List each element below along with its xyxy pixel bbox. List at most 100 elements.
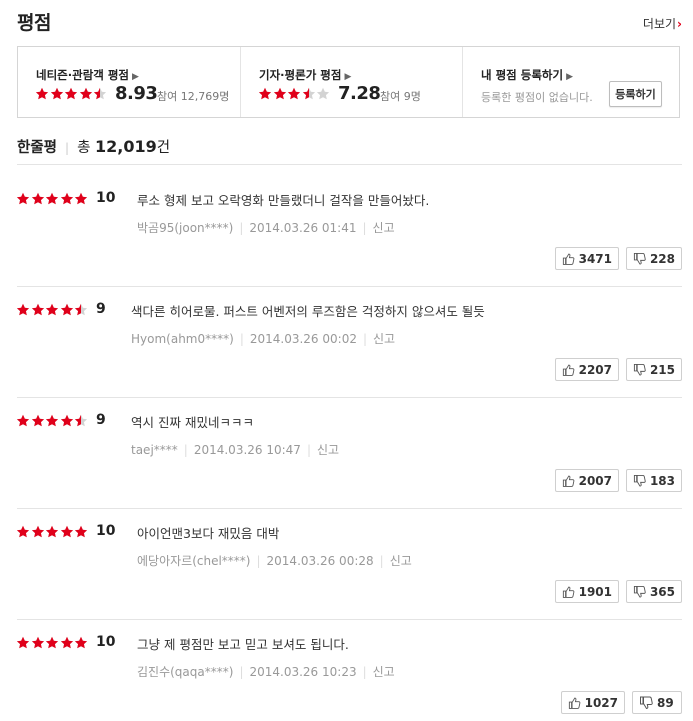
divider <box>17 619 682 620</box>
divider: | <box>362 665 367 679</box>
star-icon <box>45 525 59 539</box>
review-meta: 에당아자르(chel****) | 2014.03.26 00:28 | 신고 <box>137 552 412 569</box>
review-score: 10 <box>96 190 116 206</box>
review-meta: taej**** | 2014.03.26 10:47 | 신고 <box>131 441 339 458</box>
caret-right-icon: ▶ <box>344 72 352 82</box>
star-icon <box>74 192 88 206</box>
star-icon <box>60 303 74 317</box>
dislike-button[interactable]: 89 <box>632 691 682 714</box>
thumbs-up-icon <box>562 364 575 376</box>
caret-right-icon: ▶ <box>566 72 573 82</box>
thumbs-down-icon <box>633 363 646 376</box>
star-icon <box>287 87 301 101</box>
dislike-count: 365 <box>649 584 675 599</box>
review-stars <box>16 525 89 539</box>
like-count: 1027 <box>584 695 618 710</box>
star-icon <box>79 87 93 101</box>
star-icon <box>16 525 30 539</box>
star-icon <box>31 525 45 539</box>
review-date: 2014.03.26 10:23 <box>249 665 357 679</box>
star-icon <box>31 192 45 206</box>
like-count: 1901 <box>578 584 612 599</box>
review-user[interactable]: Hyom(ahm0****) <box>131 332 234 346</box>
thumbs-down-icon <box>633 474 646 487</box>
review-count-prefix: 총 <box>77 140 91 156</box>
report-link[interactable]: 신고 <box>317 443 339 457</box>
review-count-number: 12,019 <box>95 137 157 156</box>
star-icon <box>60 636 74 650</box>
report-link[interactable]: 신고 <box>390 554 412 568</box>
review-score: 9 <box>96 301 106 317</box>
star-icon <box>64 87 78 101</box>
star-icon <box>74 303 88 317</box>
like-button[interactable]: 3471 <box>555 247 619 270</box>
review-user[interactable]: 박곰95(joon****) <box>137 221 233 235</box>
review-user[interactable]: 에당아자르(chel****) <box>137 554 250 568</box>
star-icon <box>16 192 30 206</box>
register-rating-button[interactable]: 등록하기 <box>609 81 662 107</box>
divider: | <box>65 141 70 155</box>
like-button[interactable]: 2207 <box>555 358 619 381</box>
dislike-button[interactable]: 183 <box>626 469 682 492</box>
divider <box>17 508 682 509</box>
dislike-count: 228 <box>649 251 675 266</box>
chevron-right-icon: › <box>677 17 682 31</box>
review-user[interactable]: 김진수(qaqa****) <box>137 665 233 679</box>
netizen-stars <box>35 87 108 101</box>
star-icon <box>302 87 316 101</box>
dislike-count: 183 <box>649 473 675 488</box>
my-rating-empty: 등록한 평점이 없습니다. <box>481 91 593 104</box>
my-rating-label: 내 평점 등록하기 <box>481 68 564 82</box>
like-button[interactable]: 1027 <box>561 691 625 714</box>
divider: | <box>256 554 261 568</box>
page-title: 평점 <box>17 12 51 34</box>
review-text: 루소 형제 보고 오락영화 만들랬더니 걸작을 만들어놨다. <box>137 193 430 208</box>
star-icon <box>60 192 74 206</box>
review-meta: 박곰95(joon****) | 2014.03.26 01:41 | 신고 <box>137 219 395 236</box>
like-button[interactable]: 2007 <box>555 469 619 492</box>
star-icon <box>45 303 59 317</box>
more-link[interactable]: 더보기› <box>643 15 682 32</box>
dislike-button[interactable]: 215 <box>626 358 682 381</box>
review-date: 2014.03.26 01:41 <box>249 221 357 235</box>
star-icon <box>74 414 88 428</box>
star-icon <box>60 525 74 539</box>
my-rating: 내 평점 등록하기 ▶ 등록한 평점이 없습니다. 등록하기 <box>463 47 681 117</box>
divider: | <box>239 221 244 235</box>
thumbs-up-icon <box>568 697 581 709</box>
critic-rating-link[interactable]: 기자·평론가 평점 ▶ <box>259 67 351 83</box>
divider <box>17 286 682 287</box>
caret-right-icon: ▶ <box>132 72 139 82</box>
critic-rating: 기자·평론가 평점 ▶ 7.28 참여 9명 <box>241 47 463 117</box>
review-text: 아이언맨3보다 재밌음 대박 <box>137 526 280 541</box>
star-icon <box>50 87 64 101</box>
review-user[interactable]: taej**** <box>131 443 178 457</box>
divider: | <box>362 332 368 346</box>
review-count-suffix: 건 <box>156 140 171 156</box>
netizen-rating-link[interactable]: 네티즌·관람객 평점 ▶ <box>36 67 139 83</box>
netizen-rating: 네티즌·관람객 평점 ▶ 8.93 참여 12,769명 <box>18 47 241 117</box>
netizen-participants: 참여 12,769명 <box>157 90 230 103</box>
more-label: 더보기 <box>642 17 677 31</box>
like-button[interactable]: 1901 <box>555 580 619 603</box>
report-link[interactable]: 신고 <box>373 665 395 679</box>
thumbs-up-icon <box>562 253 575 265</box>
divider: | <box>239 332 244 346</box>
star-icon <box>16 303 30 317</box>
thumbs-up-icon <box>562 586 575 598</box>
review-text: 색다른 히어로물. 퍼스트 어벤저의 루즈함은 걱정하지 않으셔도 될듯 <box>131 304 485 319</box>
netizen-score: 8.93 <box>115 83 158 104</box>
divider: | <box>379 554 384 568</box>
star-icon <box>45 414 59 428</box>
review-score: 10 <box>96 634 116 650</box>
review-text: 역시 진짜 재밌네ㅋㅋㅋ <box>131 415 254 430</box>
report-link[interactable]: 신고 <box>373 332 395 346</box>
review-count-label: 한줄평 <box>17 140 58 156</box>
dislike-button[interactable]: 365 <box>626 580 682 603</box>
star-icon <box>74 525 88 539</box>
report-link[interactable]: 신고 <box>373 221 395 235</box>
review-meta: 김진수(qaqa****) | 2014.03.26 10:23 | 신고 <box>137 663 395 680</box>
my-rating-link[interactable]: 내 평점 등록하기 ▶ <box>481 67 573 83</box>
dislike-button[interactable]: 228 <box>626 247 682 270</box>
like-count: 2007 <box>578 473 612 488</box>
